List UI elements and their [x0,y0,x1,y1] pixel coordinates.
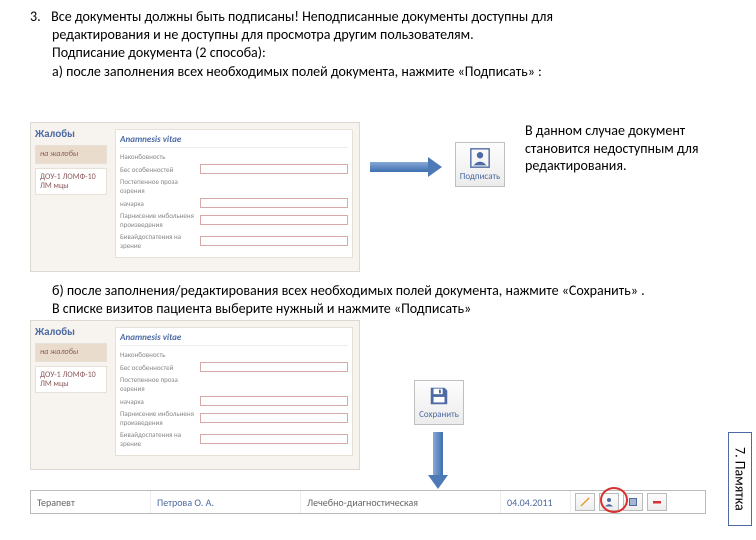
thumb-field-label: Бивайдоспатения на зрение [120,430,200,448]
thumb-input [200,236,348,246]
text-line: Подписание документа (2 способа): [30,44,730,62]
thumb-input [200,396,348,406]
thumb-side-row: на жалобы [35,145,107,164]
text-line: б) после заполнения/редактирования всех … [52,282,742,300]
thumb-input [200,215,348,225]
thumb-field-label: Бес особенностей [120,165,200,174]
form-icon [627,496,639,508]
thumb-input [200,362,348,372]
visit-date: 04.04.2011 [501,491,571,513]
thumb-form: Anamnesis vitae Наконбовность Бес особен… [115,129,353,258]
thumb-field-label: начарка [120,199,200,208]
thumb-form-title: Anamnesis vitae [120,332,348,346]
thumb-title: Жалобы [35,127,75,140]
thumb-field-label: Наконбовность [120,152,200,161]
thumb-input [200,164,348,174]
thumb-field-label: Бес особенностей [120,363,200,372]
text-line: редактирования и не доступны для просмот… [30,26,730,44]
item-number: 3. [30,8,48,26]
sign-button-label: Подписать [456,171,504,182]
thumb-form: Anamnesis vitae Наконбовность Бес особен… [115,327,353,456]
visit-doctor: Петрова О. А. [151,491,301,513]
thumb-form-title: Anamnesis vitae [120,134,348,148]
visit-role: Терапевт [31,491,151,513]
form-button[interactable] [623,493,643,511]
floppy-icon [415,385,463,407]
thumb-input [200,198,348,208]
screenshot-thumbnail-a: Жалобы на жалобы ДОУ-1 ЛОМФ-10 ЛМ мцы An… [30,122,360,272]
text-line: В списке визитов пациента выберите нужны… [52,300,742,318]
thumb-title: Жалобы [35,325,75,338]
text-line: а) после заполнения всех необходимых пол… [30,63,730,81]
visit-actions [571,493,671,511]
side-tab-memo[interactable]: 7. Памятка [728,432,752,526]
instruction-block: 3. Все документы должны быть подписаны! … [30,8,730,81]
minus-icon [651,496,663,508]
edit-button[interactable] [575,493,595,511]
text-line: Все документы должны быть подписаны! Неп… [51,8,553,25]
thumb-sidebar: на жалобы ДОУ-1 ЛОМФ-10 ЛМ мцы [35,343,107,397]
thumb-input [200,413,348,423]
thumb-field-label: Постепенное проза озрения [120,375,200,393]
explanation-text: В данном случае документ становится недо… [525,122,740,175]
visit-row[interactable]: Терапевт Петрова О. А. Лечебно-диагности… [30,490,706,514]
person-icon [603,496,615,508]
thumb-input [200,434,348,444]
pencil-icon [579,496,591,508]
arrow-right-icon [370,160,440,174]
thumb-field-label: Парнисение инбольненя произведения [120,211,200,229]
thumb-field-label: начарка [120,397,200,406]
thumb-field-label: Постепенное проза озрения [120,177,200,195]
thumb-sidebar: на жалобы ДОУ-1 ЛОМФ-10 ЛМ мцы [35,145,107,199]
side-tab-label: 7. Памятка [732,447,749,511]
arrow-down-icon [431,432,445,487]
screenshot-thumbnail-b: Жалобы на жалобы ДОУ-1 ЛОМФ-10 ЛМ мцы An… [30,320,360,470]
thumb-field-label: Бивайдоспатения на зрение [120,232,200,250]
visit-type: Лечебно-диагностическая [301,491,501,513]
thumb-side-row: на жалобы [35,343,107,362]
paragraph-b: б) после заполнения/редактирования всех … [52,282,742,317]
save-button[interactable]: Сохранить [414,380,464,425]
thumb-field-label: Наконбовность [120,350,200,359]
person-icon [456,147,504,169]
save-button-label: Сохранить [415,409,463,420]
thumb-side-row: ДОУ-1 ЛОМФ-10 ЛМ мцы [35,366,107,394]
delete-button[interactable] [647,493,667,511]
thumb-field-label: Парнисение инбольненя произведения [120,409,200,427]
sign-action-button[interactable] [599,493,619,511]
sign-button[interactable]: Подписать [455,142,505,187]
thumb-side-row: ДОУ-1 ЛОМФ-10 ЛМ мцы [35,168,107,196]
